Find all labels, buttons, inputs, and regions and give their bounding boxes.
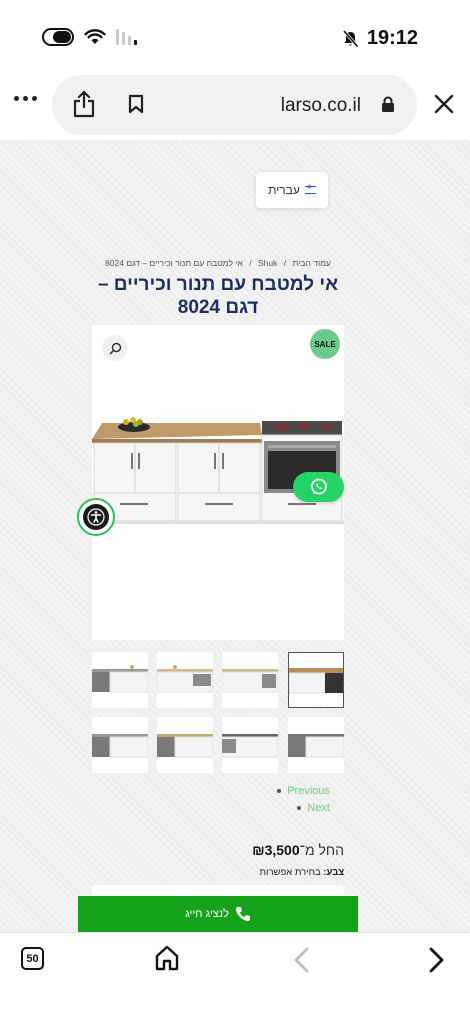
gallery-thumbnail[interactable] <box>157 652 213 708</box>
bell-muted-icon <box>342 29 359 47</box>
gallery-next[interactable]: Next <box>250 799 330 816</box>
status-right: 19:12 <box>342 27 418 50</box>
breadcrumb-separator: / <box>249 258 252 268</box>
chevron-left-icon[interactable] <box>292 946 312 974</box>
breadcrumb-separator: / <box>283 258 287 268</box>
language-switcher[interactable]: עברית <box>256 172 328 208</box>
wifi-icon <box>84 28 106 44</box>
color-label: צבע: <box>323 867 344 878</box>
chevron-right-icon[interactable] <box>426 946 446 974</box>
browser-toolbar: 50 <box>0 932 470 1024</box>
gallery-thumbnail[interactable] <box>157 717 213 773</box>
bullet-icon <box>297 805 302 810</box>
web-page: עברית עמוד הבית / Shuk / אי למטבח עם תנו… <box>0 140 470 932</box>
gallery-thumbnail-active[interactable] <box>288 652 344 708</box>
color-option: צבע: בחירת אפשרות <box>259 867 344 878</box>
signal-icon <box>116 29 137 45</box>
breadcrumb-current: אי למטבח עם תנור וכיריים – דגם 8024 <box>105 258 243 268</box>
call-agent-button[interactable]: לנציג חייג <box>78 896 358 932</box>
close-icon[interactable] <box>434 94 454 114</box>
breadcrumb-shuk[interactable]: Shuk <box>258 258 277 268</box>
status-time: 19:12 <box>366 27 418 49</box>
sale-badge: SALE <box>310 329 340 359</box>
bullet-icon <box>277 788 282 793</box>
price-value: ₪3,500 <box>252 842 300 858</box>
breadcrumb-home[interactable]: עמוד הבית <box>293 258 331 268</box>
gallery-thumbnail[interactable] <box>92 717 148 773</box>
accessibility-icon <box>87 508 105 526</box>
bookmark-icon[interactable] <box>128 94 144 114</box>
accessibility-button[interactable] <box>77 498 115 536</box>
zoom-button[interactable] <box>102 335 128 361</box>
more-options-icon[interactable] <box>14 96 37 101</box>
browser-bar: larso.co.il <box>0 70 470 140</box>
call-agent-label: לנציג חייג <box>185 908 229 920</box>
address-bar[interactable]: larso.co.il <box>52 75 417 135</box>
product-price: החל מ־₪3,500 <box>252 842 344 858</box>
gallery-thumbnail[interactable] <box>92 652 148 708</box>
tabs-button[interactable]: 50 <box>21 947 44 970</box>
gallery-next-label[interactable]: Next <box>307 802 330 814</box>
israel-flag-icon <box>304 184 316 194</box>
url-text[interactable]: larso.co.il <box>281 95 361 117</box>
gallery-previous-label[interactable]: Previous <box>287 785 330 797</box>
gallery-thumbnail[interactable] <box>222 652 278 708</box>
status-left <box>42 28 137 46</box>
gallery-navigation: Previous Next <box>250 782 330 816</box>
color-value: בחירת אפשרות <box>259 867 321 878</box>
breadcrumb: עמוד הבית / Shuk / אי למטבח עם תנור וכיר… <box>92 258 344 268</box>
lock-icon <box>382 96 394 112</box>
whatsapp-button[interactable] <box>293 472 344 502</box>
phone-icon <box>235 907 250 922</box>
toggle-icon <box>42 28 74 46</box>
whatsapp-icon <box>310 478 327 495</box>
search-icon <box>109 342 121 354</box>
gallery-thumbnail[interactable] <box>222 717 278 773</box>
price-prefix: החל מ־ <box>299 842 344 858</box>
share-icon[interactable] <box>72 90 96 118</box>
product-title: אי למטבח עם תנור וכיריים – דגם 8024 <box>97 274 339 318</box>
status-bar: 19:12 <box>0 0 470 70</box>
home-icon[interactable] <box>155 945 179 971</box>
language-label: עברית <box>268 183 300 197</box>
gallery-previous[interactable]: Previous <box>250 782 330 799</box>
gallery-thumbnail[interactable] <box>288 717 344 773</box>
